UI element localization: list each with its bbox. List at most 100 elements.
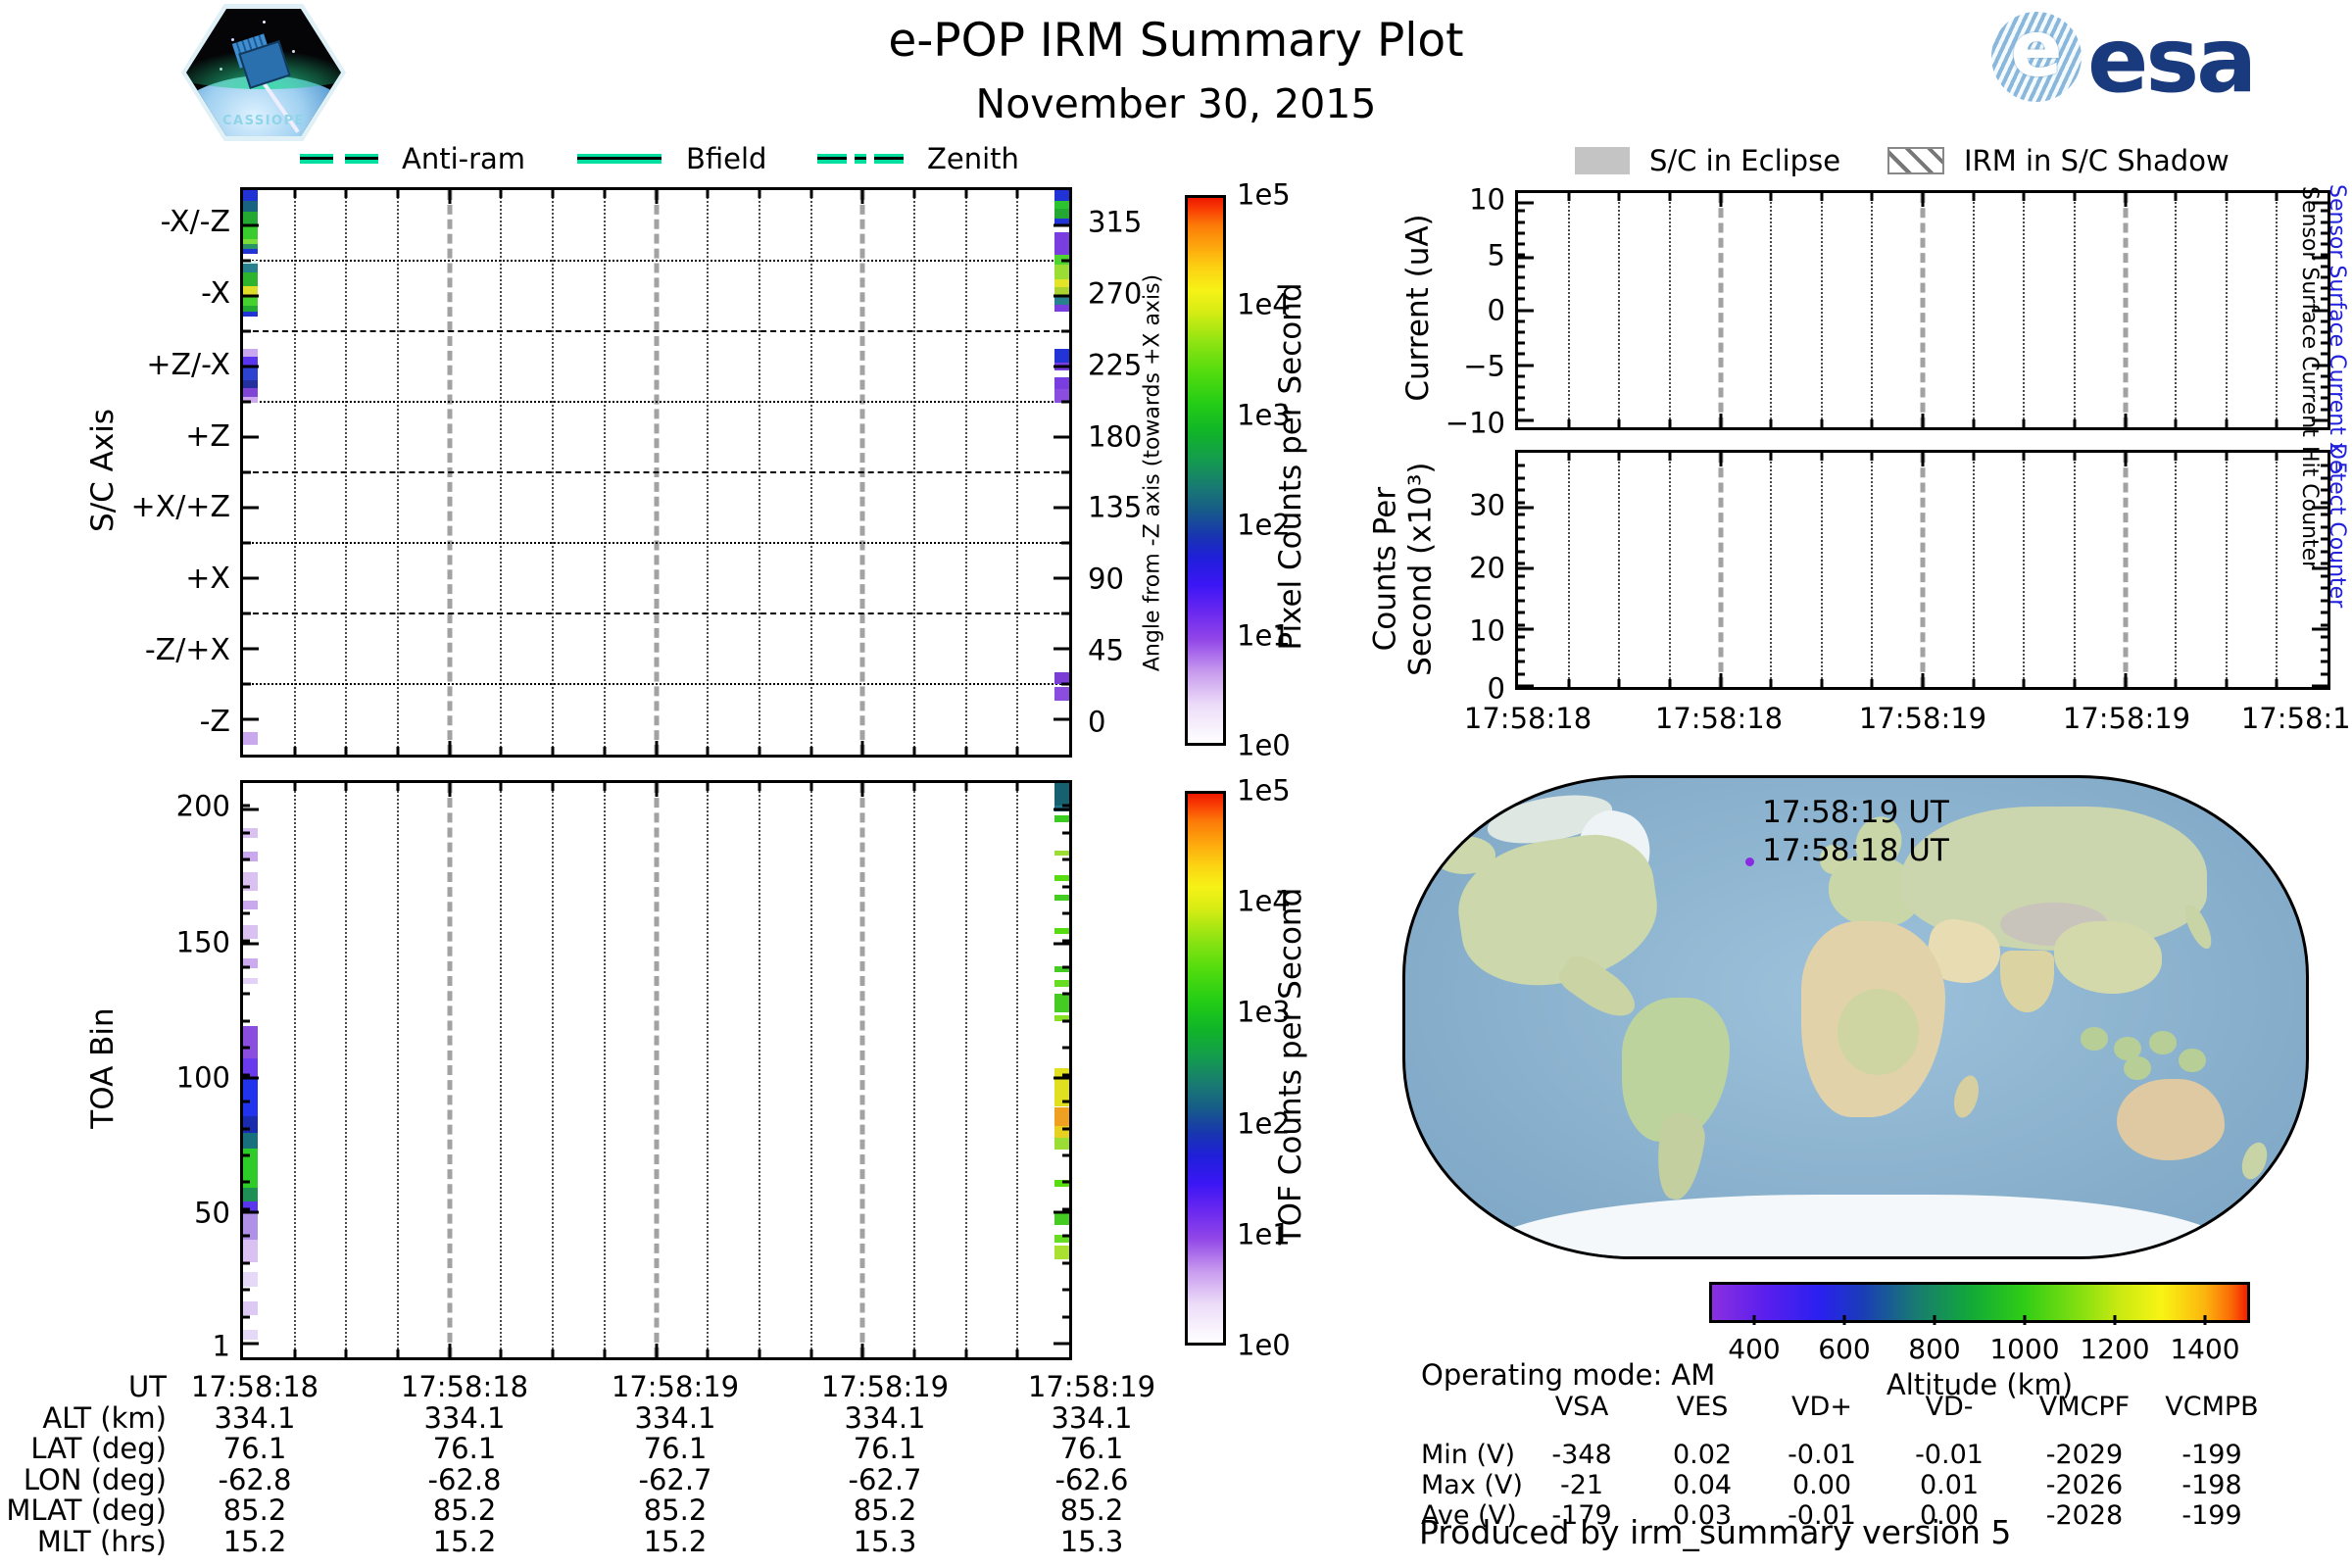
axis-tick (655, 190, 658, 204)
axis-tick (2321, 550, 2328, 554)
heat-strip-segment (1054, 190, 1069, 201)
axis-tick (1062, 1046, 1069, 1050)
axis-tick (1062, 1207, 1069, 1211)
axis-tick (2073, 453, 2077, 461)
axis-tick (1518, 408, 1525, 412)
axis-tick (243, 1046, 250, 1050)
voltage-column-header: VES (1676, 1392, 1729, 1422)
gridline-vertical (809, 783, 812, 1357)
axis-tick (912, 1349, 916, 1357)
axis-tick (243, 435, 259, 439)
axis-tick (2321, 309, 2328, 312)
gridline-vertical (1718, 193, 1723, 427)
axis-tick (1061, 541, 1069, 545)
sc-axis-plot (240, 187, 1072, 758)
axis-tick (2113, 1315, 2117, 1325)
axis-tick (1820, 679, 1824, 687)
axis-tick (293, 1349, 297, 1357)
band-boundary-line (243, 471, 1069, 473)
ephemeris-value: 17:58:18 (400, 1370, 529, 1403)
axis-tick (2022, 679, 2026, 687)
axis-tick (1870, 419, 1874, 427)
gridline-vertical (603, 783, 606, 1357)
axis-tick (1518, 464, 1525, 467)
operating-mode-label: Operating mode: AM (1421, 1358, 1716, 1392)
axis-tick (1719, 414, 1722, 427)
sc-axis-band-label: +X/+Z (130, 490, 230, 525)
ephemeris-row-label: LAT (deg) (30, 1432, 167, 1466)
heat-strip-segment (1054, 232, 1069, 256)
axis-tick (1061, 612, 1069, 615)
axis-tick (243, 1261, 250, 1265)
axis-tick (1518, 396, 1525, 400)
toa-ylabel: TOA Bin (85, 1007, 121, 1129)
anti-ram-line-icon (345, 154, 378, 164)
world-map: 17:58:19 UT 17:58:18 UT (1402, 775, 2309, 1259)
gridline-vertical (2023, 453, 2026, 687)
axis-tick (1769, 453, 1773, 461)
altitude-tick-label: 400 (1728, 1333, 1781, 1365)
axis-tick (1518, 623, 1525, 627)
axis-tick (1518, 488, 1525, 492)
heat-strip-segment (243, 1116, 258, 1134)
axis-tick (1518, 201, 1534, 205)
axis-tick (2321, 352, 2328, 356)
axis-tick (1921, 193, 1925, 207)
axis-tick (1061, 682, 1069, 686)
epop-irm-summary-page: CASSIOPE e-POP IRM Summary Plot November… (0, 0, 2352, 1568)
axis-tick (243, 911, 250, 915)
altitude-tick-label: 600 (1818, 1333, 1871, 1365)
axis-tick (2321, 648, 2328, 652)
counts-plot-area (1518, 453, 2328, 687)
ephemeris-value: 334.1 (214, 1400, 296, 1435)
axis-tick (2321, 513, 2328, 516)
axis-tick (1015, 783, 1019, 791)
angle-tick-label: 180 (1088, 419, 1143, 454)
gridline-vertical (1016, 783, 1019, 1357)
gridline-vertical (1871, 193, 1874, 427)
axis-tick (243, 808, 259, 811)
axis-tick (1617, 193, 1621, 201)
axis-tick (2321, 286, 2328, 290)
axis-tick (243, 470, 251, 474)
axis-tick (2321, 374, 2328, 378)
heat-strip-segment (243, 925, 258, 940)
axis-tick (2321, 501, 2328, 505)
voltage-value: -198 (2181, 1470, 2242, 1500)
axis-tick (2321, 385, 2328, 389)
axis-tick (2321, 231, 2328, 235)
ephemeris-row: MLAT (deg) 85.2 85.2 85.2 85.2 85.2 (0, 1494, 1196, 1528)
axis-tick (1518, 319, 1525, 323)
axis-tick (1061, 259, 1069, 263)
gridline-vertical (2073, 193, 2076, 427)
voltage-value: -199 (2181, 1500, 2242, 1531)
axis-tick (758, 1349, 761, 1357)
time-tick-label: 17:58:19 (1858, 702, 1987, 735)
axis-tick (2174, 419, 2178, 427)
ephemeris-value: 334.1 (1051, 1400, 1133, 1435)
legend-eclipse-label: S/C in Eclipse (1649, 144, 1841, 177)
heat-strip-segment (243, 200, 258, 212)
ephemeris-row-label: MLT (hrs) (36, 1525, 167, 1558)
continent-australia (2117, 1079, 2226, 1161)
heat-strip-segment (243, 1026, 258, 1059)
axis-tick (706, 747, 710, 755)
ephemeris-value: 85.2 (1059, 1494, 1124, 1528)
heat-strip-segment (1054, 927, 1069, 934)
axis-tick (1668, 453, 1672, 461)
axis-tick (1518, 635, 1525, 639)
voltage-value: -2029 (2045, 1440, 2124, 1470)
voltage-column-header: VCMPB (2165, 1392, 2259, 1422)
axis-tick (1061, 470, 1069, 474)
ephemeris-value: 76.1 (643, 1432, 708, 1466)
gridline-vertical (1871, 453, 1874, 687)
axis-tick (2321, 265, 2328, 269)
axis-tick (809, 783, 813, 791)
ephemeris-value: 15.2 (432, 1525, 497, 1558)
axis-tick (1769, 679, 1773, 687)
y-tick-label: 200 (175, 789, 230, 823)
continent-madagascar (1949, 1072, 1983, 1120)
zenith-line-icon (874, 154, 904, 164)
heat-strip-segment (243, 731, 258, 745)
ephemeris-value: 15.3 (853, 1525, 917, 1558)
